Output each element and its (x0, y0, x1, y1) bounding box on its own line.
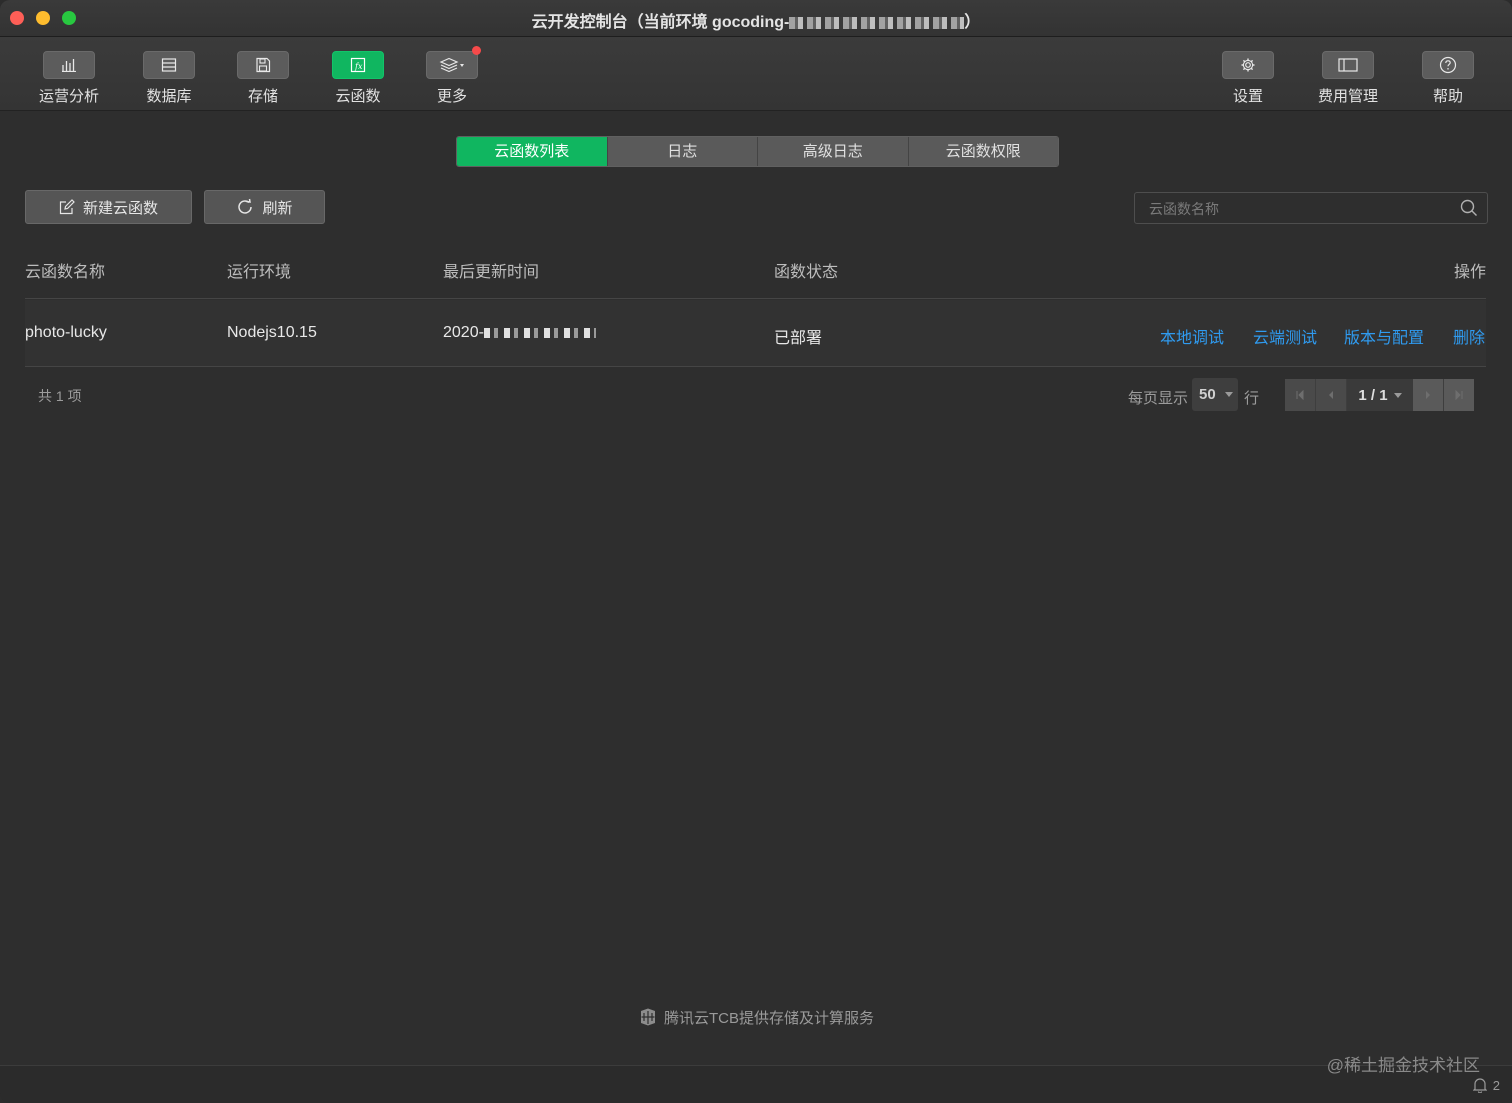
toolbar-more-label: 更多 (436, 88, 467, 105)
toolbar-settings-button[interactable] (1222, 51, 1274, 79)
window-title-text: 云开发控制台（当前环境 gocoding- (531, 14, 790, 31)
toolbar-billing-button[interactable] (1322, 51, 1374, 79)
toolbar-storage[interactable]: 存储 (223, 51, 303, 106)
refresh-icon (238, 198, 253, 214)
next-page-icon (1426, 391, 1430, 399)
toolbar-more-button[interactable] (426, 46, 481, 79)
window-title-end: ） (964, 14, 981, 31)
table-header-divider (25, 298, 1486, 299)
main-toolbar: 运营分析 数据库 存储 fx 云函数 更多 设置 费用管理 帮助 (0, 37, 1512, 111)
per-page-select[interactable]: 50 (1192, 378, 1238, 411)
database-icon (161, 58, 177, 72)
toolbar-billing[interactable]: 费用管理 (1308, 51, 1388, 106)
function-runtime: Nodejs10.15 (227, 324, 317, 341)
toolbar-storage-button[interactable] (237, 51, 289, 79)
gear-icon (1241, 58, 1255, 72)
footer: 腾讯云TCB提供存储及计算服务 (0, 1007, 1512, 1028)
version-config-link[interactable]: 版本与配置 (1344, 324, 1424, 348)
toolbar-database[interactable]: 数据库 (129, 51, 209, 106)
function-name: photo-lucky (25, 324, 107, 341)
bell-icon (1472, 1078, 1487, 1093)
prev-page-button[interactable] (1316, 379, 1347, 411)
function-search (1134, 192, 1488, 224)
column-header-updated: 最后更新时间 (443, 264, 540, 281)
app-window: 云开发控制台（当前环境 gocoding- ） 运营分析 数据库 存储 fx 云函… (0, 0, 1512, 1103)
search-input[interactable] (1147, 198, 1451, 220)
function-updated-time: 2020- (443, 324, 596, 342)
edit-icon (59, 199, 75, 215)
tab-function-list[interactable]: 云函数列表 (457, 137, 608, 166)
status-bar (0, 1065, 1512, 1103)
per-page-label: 每页显示 (1128, 390, 1189, 407)
local-debug-link[interactable]: 本地调试 (1160, 324, 1224, 348)
watermark: @稀土掘金技术社区 (1326, 1056, 1480, 1075)
tab-logs[interactable]: 日志 (607, 137, 758, 166)
delete-link[interactable]: 删除 (1453, 324, 1485, 348)
updated-time-text: 2020- (443, 324, 484, 341)
page-select[interactable]: 1 / 1 (1347, 379, 1413, 411)
title-bar: 云开发控制台（当前环境 gocoding- ） (0, 0, 1512, 37)
column-header-actions: 操作 (1453, 264, 1486, 281)
notification-count: 2 (1492, 1077, 1500, 1093)
notification-indicator[interactable]: 2 (1472, 1077, 1500, 1093)
per-page-value: 50 (1199, 386, 1216, 403)
function-icon: fx (350, 57, 366, 73)
toolbar-settings-label: 设置 (1232, 88, 1263, 105)
prev-page-icon (1329, 391, 1333, 399)
tab-function-permissions[interactable]: 云函数权限 (908, 137, 1058, 166)
first-page-button[interactable] (1285, 379, 1316, 411)
column-header-name: 云函数名称 (25, 264, 106, 281)
toolbar-analytics-button[interactable] (43, 51, 95, 79)
table-row-divider (25, 366, 1486, 367)
chevron-down-icon (1225, 392, 1233, 397)
toolbar-storage-label: 存储 (247, 88, 278, 105)
total-count: 共 1 项 (38, 388, 82, 404)
svg-text:fx: fx (354, 62, 363, 71)
toolbar-database-button[interactable] (143, 51, 195, 79)
layers-icon (439, 57, 464, 73)
billing-icon (1338, 58, 1358, 72)
per-page-suffix: 行 (1244, 390, 1260, 407)
search-icon[interactable] (1460, 199, 1478, 217)
column-header-status: 函数状态 (774, 264, 839, 281)
last-page-icon (1455, 390, 1463, 400)
redacted-timestamp (483, 327, 596, 338)
toolbar-analytics-label: 运营分析 (38, 88, 99, 105)
redacted-env-id (789, 16, 965, 29)
toolbar-help[interactable]: 帮助 (1408, 51, 1488, 106)
toolbar-help-button[interactable] (1422, 51, 1474, 79)
page-indicator: 1 / 1 (1358, 386, 1388, 404)
chevron-down-icon (1393, 392, 1402, 398)
column-header-runtime: 运行环境 (227, 264, 292, 281)
first-page-icon (1296, 390, 1304, 400)
window-title: 云开发控制台（当前环境 gocoding- ） (0, 8, 1512, 32)
tab-advanced-logs[interactable]: 高级日志 (758, 137, 909, 166)
toolbar-cloud-functions[interactable]: fx 云函数 (318, 51, 398, 106)
notification-badge-dot (472, 46, 481, 55)
toolbar-settings[interactable]: 设置 (1208, 51, 1288, 106)
toolbar-help-label: 帮助 (1432, 88, 1463, 105)
save-icon (256, 57, 271, 73)
toolbar-cloud-functions-label: 云函数 (335, 88, 381, 105)
cloud-test-link[interactable]: 云端测试 (1253, 324, 1317, 348)
toolbar-analytics[interactable]: 运营分析 (29, 51, 109, 106)
next-page-button[interactable] (1413, 379, 1444, 411)
tcb-logo-icon (640, 1008, 655, 1026)
function-tabs: 云函数列表 日志 高级日志 云函数权限 (456, 136, 1059, 167)
toolbar-database-label: 数据库 (146, 88, 192, 105)
new-function-button[interactable]: 新建云函数 (25, 190, 192, 224)
toolbar-billing-label: 费用管理 (1317, 88, 1378, 105)
last-page-button[interactable] (1444, 379, 1474, 411)
new-function-label: 新建云函数 (82, 199, 158, 217)
toolbar-more[interactable]: 更多 (412, 46, 492, 106)
toolbar-cloud-functions-button[interactable]: fx (332, 51, 384, 79)
footer-text: 腾讯云TCB提供存储及计算服务 (663, 1010, 874, 1027)
bar-chart-icon (62, 59, 76, 72)
function-status: 已部署 (774, 330, 823, 347)
refresh-label: 刷新 (262, 199, 293, 217)
pager: 1 / 1 (1285, 379, 1474, 411)
help-icon (1439, 56, 1457, 74)
refresh-button[interactable]: 刷新 (204, 190, 325, 224)
